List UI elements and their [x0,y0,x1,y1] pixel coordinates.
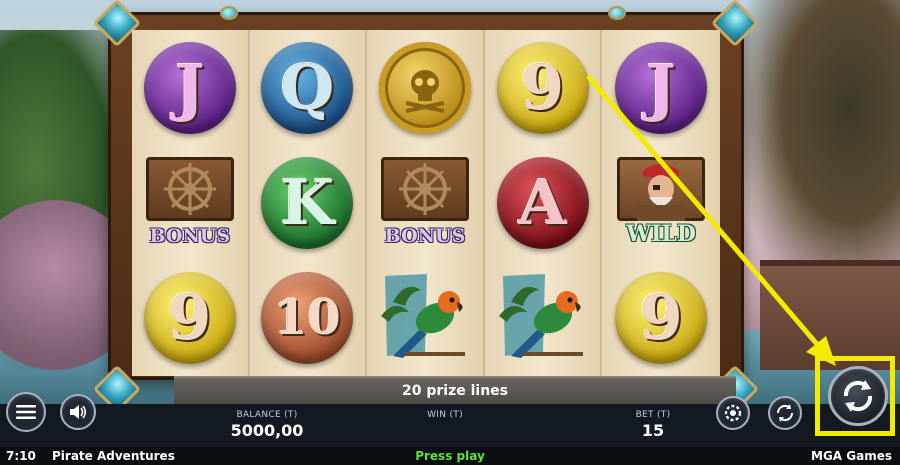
status-bar: 7:10 Pirate Adventures Press play MGA Ga… [0,447,900,465]
annotation-arrow-icon [586,74,836,366]
status-message: Press play [415,449,485,463]
provider-name: MGA Games [811,449,892,463]
